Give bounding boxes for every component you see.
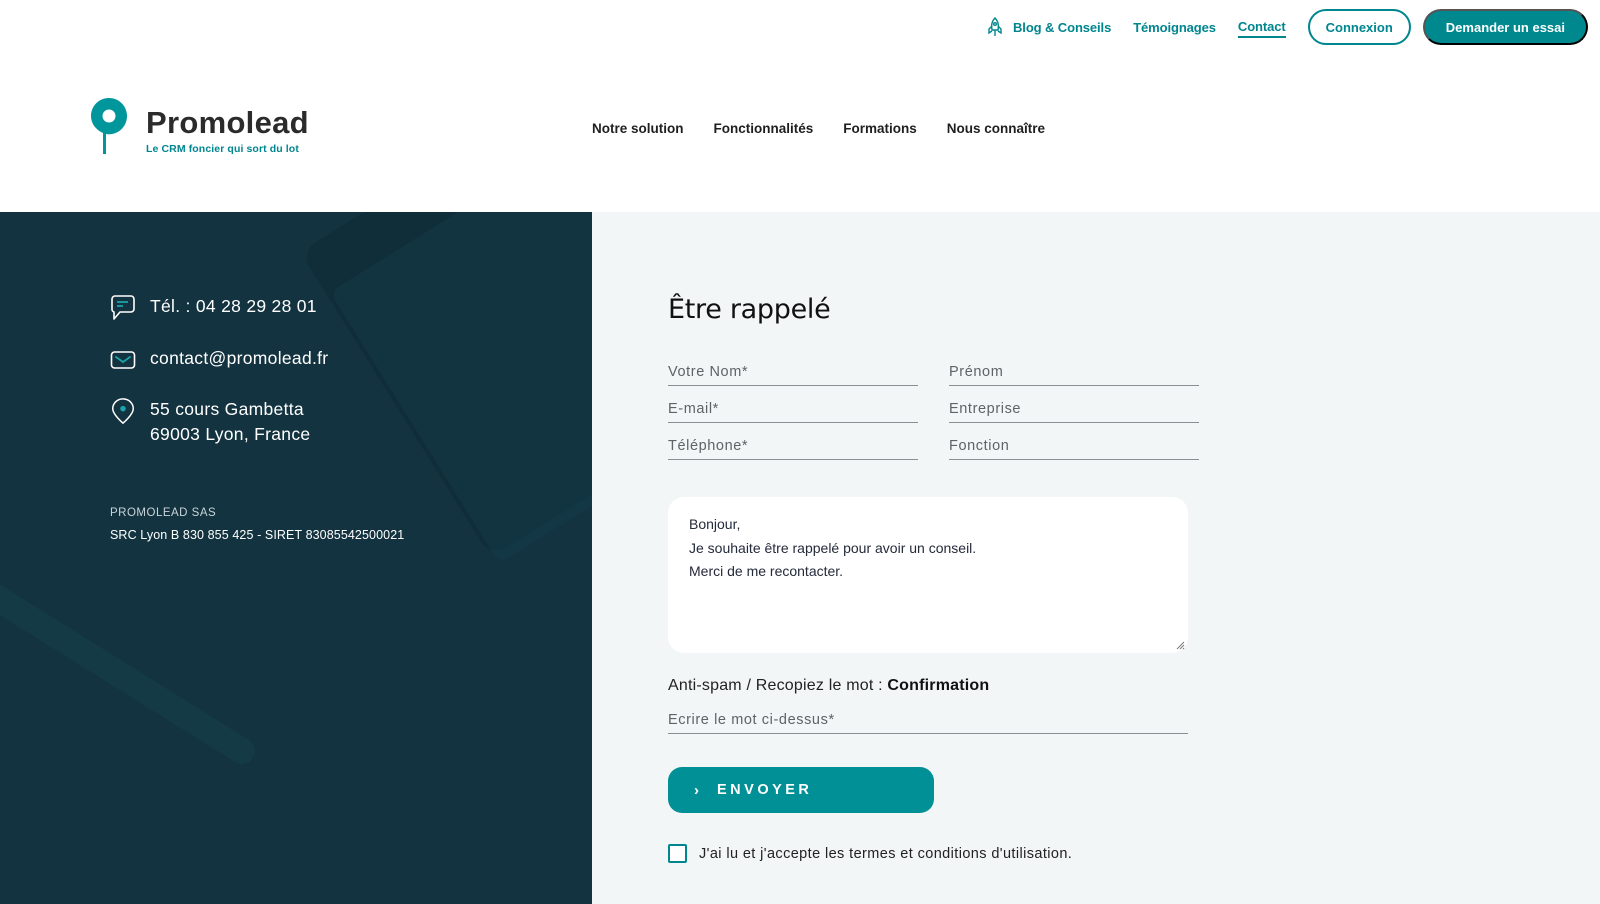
message-textarea[interactable]: Bonjour, Je souhaite être rappelé pour a… (668, 497, 1188, 653)
background-pen-image (0, 572, 260, 769)
message-line: Merci de me recontacter. (689, 563, 844, 579)
last-name-input[interactable] (668, 358, 918, 385)
email-input[interactable] (668, 395, 918, 422)
captcha-field (668, 706, 1188, 734)
page: Blog & Conseils Témoignages Contact Conn… (0, 0, 1600, 904)
address-line-2: 69003 Lyon, France (150, 424, 311, 444)
blog-label: Blog & Conseils (1013, 19, 1112, 35)
terms-row: J'ai lu et j'accepte les termes et condi… (668, 844, 1072, 863)
envelope-icon (110, 351, 136, 369)
login-button[interactable]: Connexion (1307, 9, 1411, 45)
company-info: PROMOLEAD SAS SRC Lyon B 830 855 425 - S… (110, 507, 404, 542)
contact-address: 55 cours Gambetta 69003 Lyon, France (110, 397, 310, 447)
company-name: PROMOLEAD SAS (110, 507, 217, 519)
main-nav: Notre solution Fonctionnalités Formation… (592, 121, 1075, 136)
chevron-right-icon: › (694, 781, 699, 799)
company-registration: SRC Lyon B 830 855 425 - SIRET 830855425… (110, 528, 405, 542)
nav-item-nous-connaitre[interactable]: Nous connaître (947, 121, 1045, 136)
nav-item-notre-solution[interactable]: Notre solution (592, 121, 684, 136)
terms-checkbox[interactable] (668, 844, 687, 863)
brand-name: Promolead (146, 105, 309, 140)
message-line: Bonjour, (689, 516, 741, 532)
address-line-1: 55 cours Gambetta (150, 399, 304, 419)
submit-button[interactable]: › ENVOYER (668, 767, 934, 813)
chat-bubble-icon (111, 295, 135, 320)
resize-handle-icon[interactable] (1175, 640, 1185, 650)
phone-input[interactable] (668, 432, 918, 459)
brand-logo[interactable]: Promolead Le CRM foncier qui sort du lot (90, 97, 309, 155)
terms-label[interactable]: J'ai lu et j'accepte les termes et condi… (699, 846, 1072, 862)
contact-phone: Tél. : 04 28 29 28 01 (110, 294, 317, 322)
utility-bar: Blog & Conseils Témoignages Contact Conn… (985, 9, 1588, 45)
first-name-input[interactable] (949, 358, 1199, 385)
antispam-prompt: Anti-spam / Recopiez le mot : (668, 677, 888, 694)
request-trial-button[interactable]: Demander un essai (1422, 9, 1588, 45)
map-pin-logo-icon (91, 98, 127, 154)
rocket-icon (988, 17, 1002, 36)
brand-tagline: Le CRM foncier qui sort du lot (146, 143, 299, 155)
blog-link[interactable]: Blog & Conseils (985, 16, 1111, 38)
antispam-word: Confirmation (887, 677, 990, 694)
phone-number[interactable]: Tél. : 04 28 29 28 01 (150, 294, 317, 319)
last-name-field (668, 358, 918, 386)
contact-email: contact@promolead.fr (110, 346, 328, 374)
captcha-input[interactable] (668, 706, 1188, 733)
job-field (949, 432, 1199, 460)
message-line: Je souhaite être rappelé pour avoir un c… (689, 539, 977, 556)
antispam-label: Anti-spam / Recopiez le mot : Confirmati… (668, 677, 989, 695)
nav-item-fonctionnalites[interactable]: Fonctionnalités (714, 121, 814, 136)
callback-form-panel: Être rappelé Bonjour, Je souhaite être r… (592, 212, 1600, 904)
company-input[interactable] (949, 395, 1199, 422)
email-field (668, 395, 918, 423)
form-title: Être rappelé (668, 294, 831, 325)
contact-info-panel: Tél. : 04 28 29 28 01 contact@promolead.… (0, 212, 592, 904)
testimonials-link[interactable]: Témoignages (1133, 20, 1216, 35)
contact-link[interactable]: Contact (1237, 17, 1286, 38)
company-field (949, 395, 1199, 423)
job-input[interactable] (949, 432, 1199, 459)
submit-label: ENVOYER (717, 782, 813, 798)
phone-field (668, 432, 918, 460)
location-pin-icon (111, 398, 135, 425)
first-name-field (949, 358, 1199, 386)
email-address[interactable]: contact@promolead.fr (150, 346, 328, 371)
nav-item-formations[interactable]: Formations (843, 121, 917, 136)
